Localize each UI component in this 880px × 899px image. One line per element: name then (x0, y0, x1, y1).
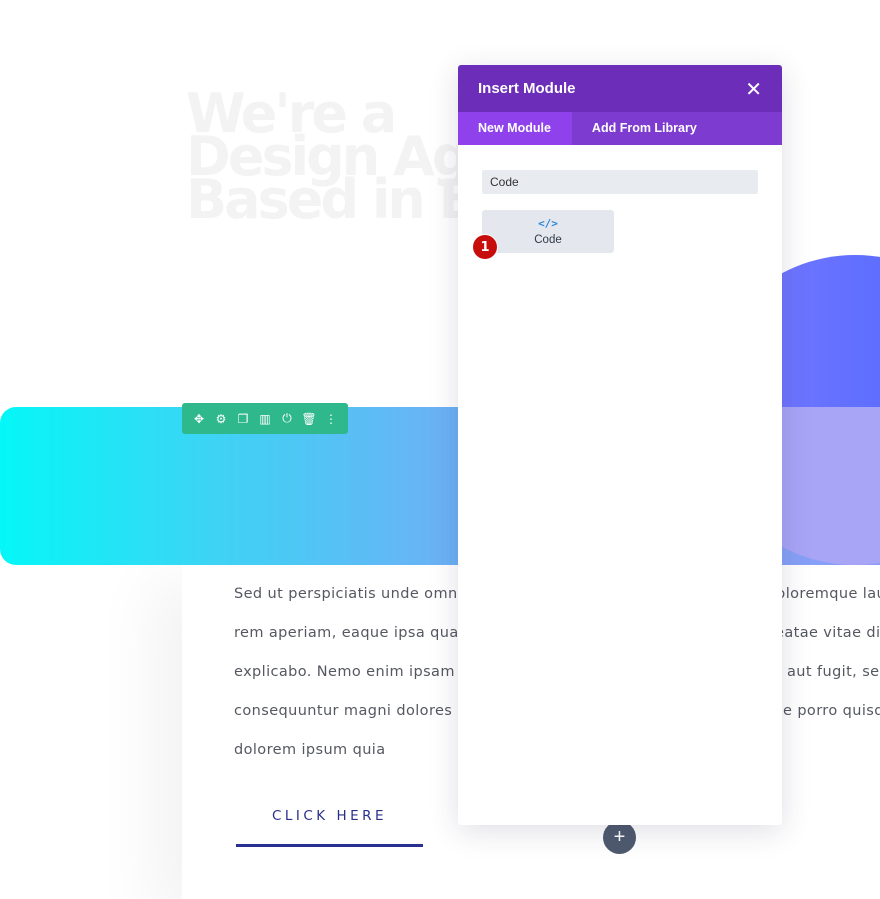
paragraph-line-right: e porro quisqu (783, 703, 880, 719)
paragraph-line: rem aperiam, eaque ipsa quae a (234, 625, 483, 641)
insert-module-modal: Insert Module ✕ New Module Add From Libr… (458, 65, 782, 825)
paragraph-line-right: loloremque lau (772, 586, 880, 602)
close-icon[interactable]: ✕ (745, 79, 762, 99)
paragraph-line: Sed ut perspiciatis unde omnis i (234, 586, 480, 602)
button-underline (236, 844, 423, 847)
modal-title: Insert Module (478, 80, 576, 97)
modal-tabs: New Module Add From Library (458, 112, 782, 145)
click-here-button[interactable]: CLICK HERE (236, 808, 423, 824)
columns-icon[interactable]: ▥ (256, 410, 274, 428)
module-label: Code (534, 233, 562, 246)
background-heading: We're a Design Ag Based in B (186, 82, 480, 231)
move-icon[interactable]: ✥ (190, 410, 208, 428)
plus-icon: + (613, 826, 626, 848)
tab-add-from-library[interactable]: Add From Library (572, 112, 718, 145)
gear-icon[interactable]: ⚙ (212, 410, 230, 428)
power-icon[interactable]: ⏻ (278, 410, 296, 428)
row-settings-toolbar: ✥ ⚙ ❐ ▥ ⏻ 🗑 ⋮ (182, 403, 348, 434)
paragraph-line: explicabo. Nemo enim ipsam vo (234, 664, 479, 680)
add-row-button[interactable]: + (603, 821, 636, 854)
paragraph-line-right: eatae vitae dic (775, 625, 880, 641)
step-number-badge: 1 (473, 235, 497, 259)
paragraph-line-right: aut fugit, sed (787, 664, 880, 680)
more-icon[interactable]: ⋮ (322, 410, 340, 428)
module-search-input[interactable] (482, 170, 758, 194)
modal-header: Insert Module ✕ (458, 65, 782, 112)
code-icon: </> (538, 216, 558, 230)
paragraph-line: dolorem ipsum quia (234, 742, 386, 758)
duplicate-icon[interactable]: ❐ (234, 410, 252, 428)
module-card-code[interactable]: </> Code (482, 210, 614, 253)
trash-icon[interactable]: 🗑 (300, 410, 318, 428)
tab-new-module[interactable]: New Module (458, 112, 572, 145)
paragraph-line: consequuntur magni dolores eo (234, 703, 476, 719)
